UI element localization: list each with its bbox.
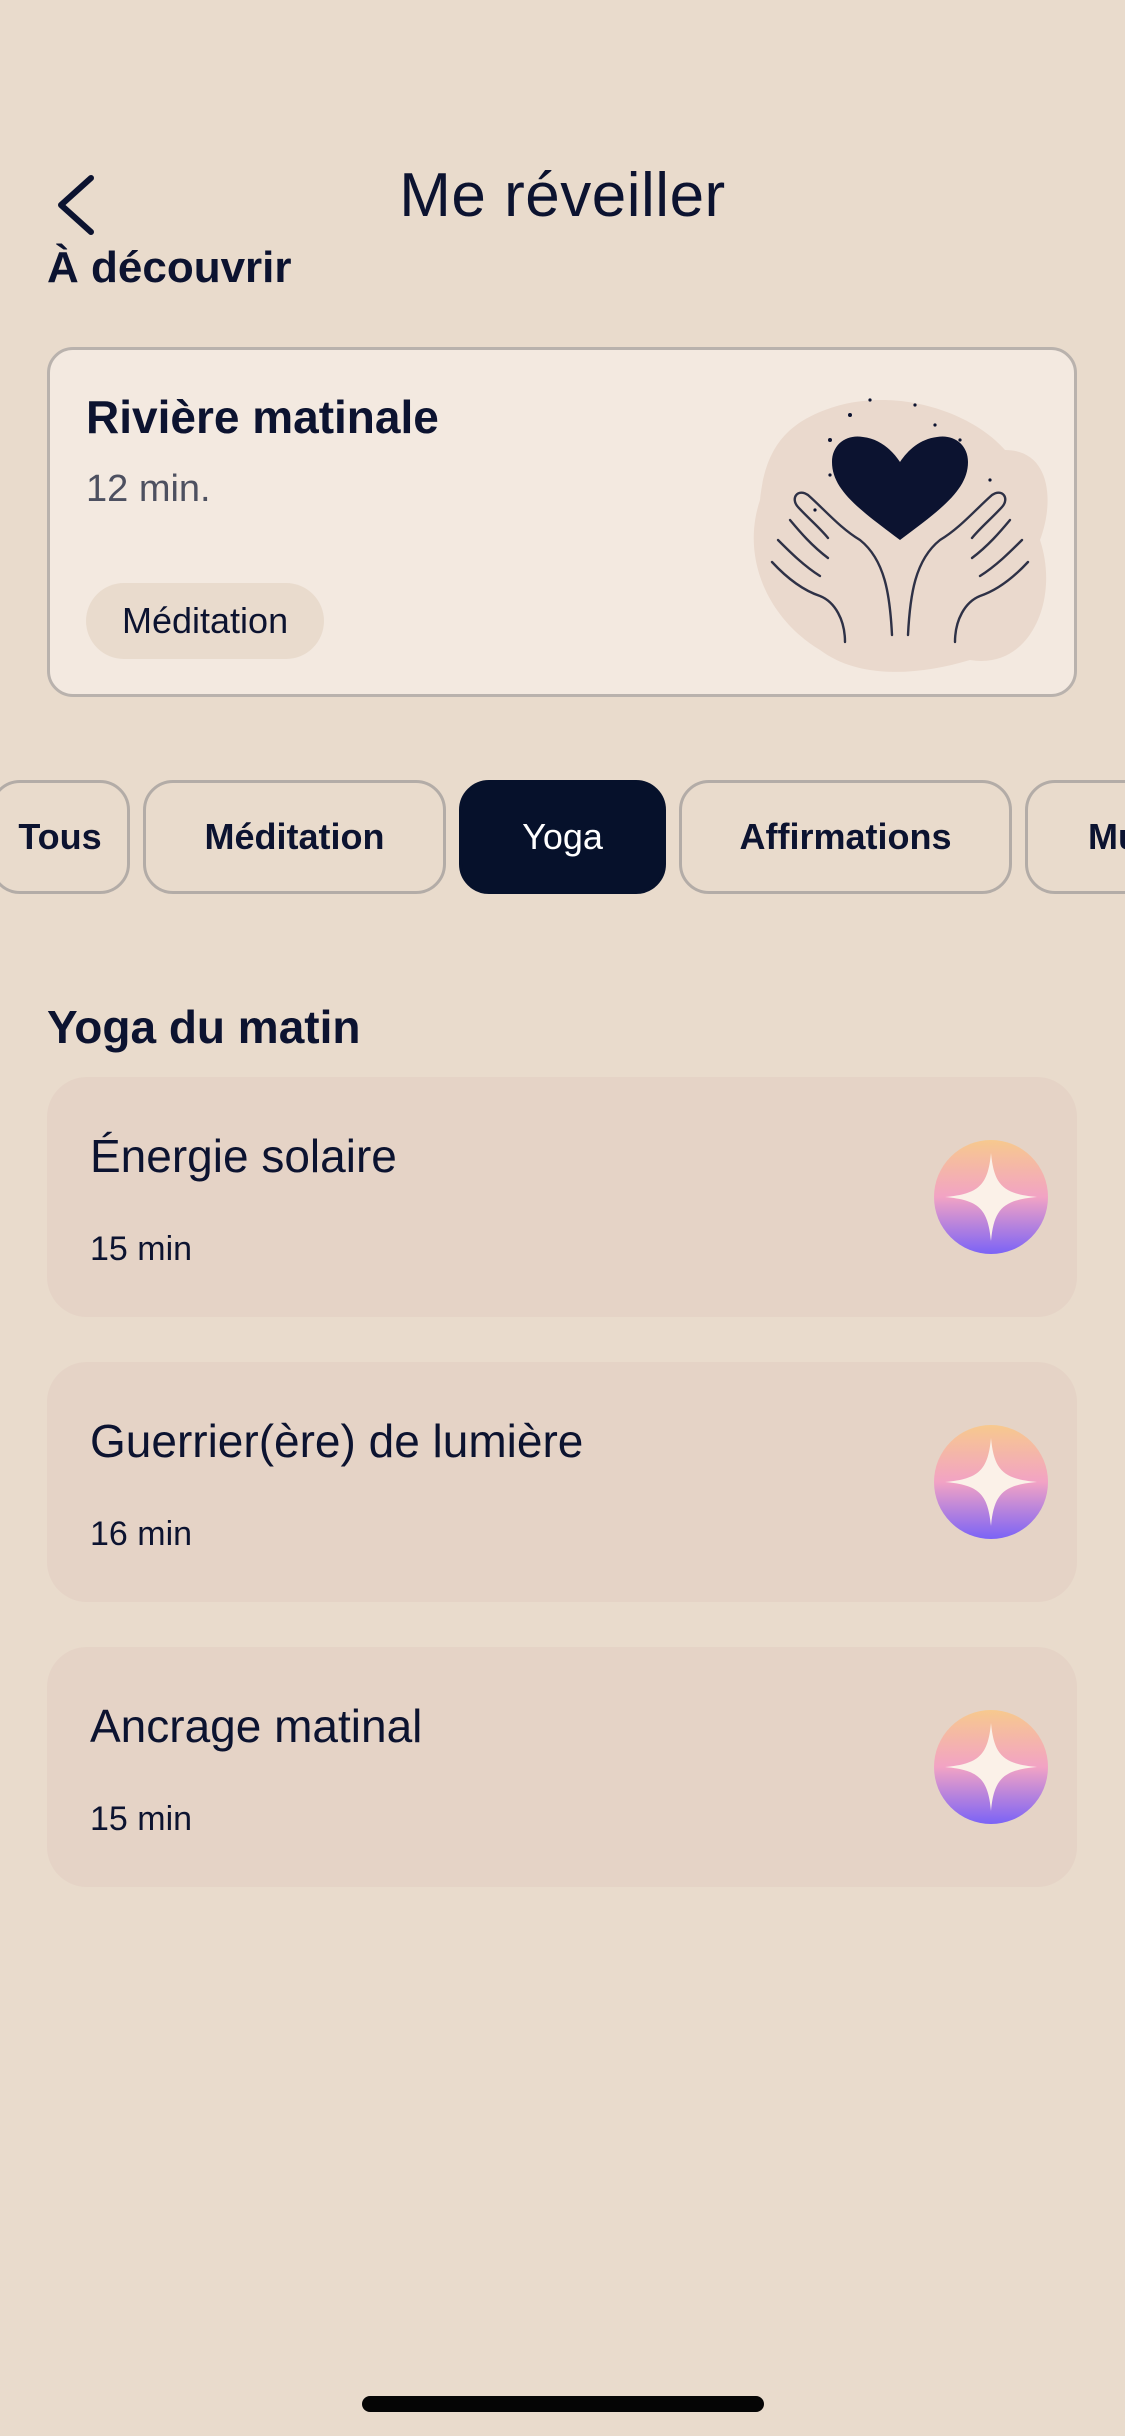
- tab-tous[interactable]: Tous: [0, 780, 130, 894]
- tab-affirmations[interactable]: Affirmations: [679, 780, 1012, 894]
- sparkle-icon: [934, 1140, 1048, 1254]
- sparkle-icon: [934, 1710, 1048, 1824]
- session-card[interactable]: Énergie solaire 15 min: [47, 1077, 1077, 1317]
- session-title: Guerrier(ère) de lumière: [90, 1415, 584, 1467]
- featured-title: Rivière matinale: [86, 391, 439, 443]
- session-title: Énergie solaire: [90, 1130, 397, 1182]
- list-heading-yoga: Yoga du matin: [47, 1001, 361, 1053]
- hands-heart-icon: [753, 398, 1048, 672]
- featured-card[interactable]: Rivière matinale 12 min. Méditation: [47, 347, 1077, 697]
- session-duration: 15 min: [90, 1800, 193, 1838]
- session-duration: 15 min: [90, 1230, 193, 1268]
- session-card[interactable]: Guerrier(ère) de lumière 16 min: [47, 1362, 1077, 1602]
- tab-meditation[interactable]: Méditation: [143, 780, 446, 894]
- sparkle-icon: [934, 1425, 1048, 1539]
- featured-tag-chip: Méditation: [86, 583, 325, 659]
- session-card[interactable]: Ancrage matinal 15 min: [47, 1647, 1077, 1887]
- section-title-discover: À découvrir: [47, 243, 292, 292]
- tab-yoga[interactable]: Yoga: [459, 780, 666, 894]
- featured-duration: 12 min.: [86, 468, 211, 510]
- session-title: Ancrage matinal: [90, 1700, 423, 1752]
- tab-mu[interactable]: Mu: [1025, 780, 1125, 894]
- session-duration: 16 min: [90, 1515, 193, 1553]
- home-indicator[interactable]: [362, 2396, 764, 2412]
- page-title: Me réveiller: [399, 161, 726, 230]
